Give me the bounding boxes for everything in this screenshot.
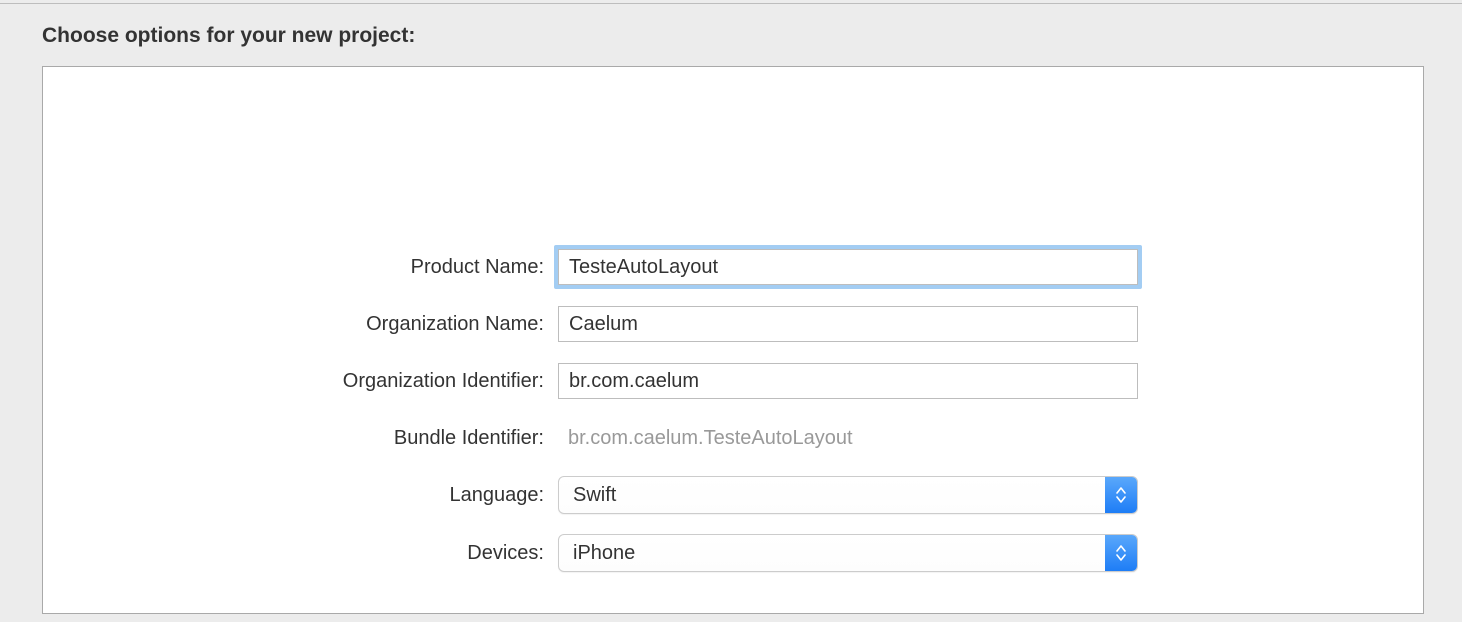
organization-name-field-wrap [558,306,1138,342]
language-select-value: Swift [559,484,616,507]
options-panel: Product Name: Organization Name: Organiz… [42,66,1424,614]
chevron-up-down-icon [1105,477,1137,513]
language-field-wrap: Swift [558,476,1138,514]
chevron-up-down-icon [1105,535,1137,571]
devices-row: Devices: iPhone [43,533,1423,573]
language-label: Language: [43,484,558,507]
organization-name-input[interactable] [558,306,1138,342]
devices-label: Devices: [43,542,558,565]
organization-identifier-input[interactable] [558,363,1138,399]
language-select[interactable]: Swift [558,476,1138,514]
organization-name-label: Organization Name: [43,313,558,336]
bundle-identifier-row: Bundle Identifier: br.com.caelum.TesteAu… [43,418,1423,458]
devices-select[interactable]: iPhone [558,534,1138,572]
organization-name-row: Organization Name: [43,304,1423,344]
bundle-identifier-value: br.com.caelum.TesteAutoLayout [558,423,1138,454]
language-row: Language: Swift [43,475,1423,515]
organization-identifier-label: Organization Identifier: [43,370,558,393]
page-heading: Choose options for your new project: [0,4,1462,66]
product-name-input[interactable] [558,249,1138,285]
devices-select-value: iPhone [559,542,635,565]
organization-identifier-field-wrap [558,363,1138,399]
bundle-identifier-label: Bundle Identifier: [43,427,558,450]
project-options-form: Product Name: Organization Name: Organiz… [43,247,1423,591]
product-name-row: Product Name: [43,247,1423,287]
devices-field-wrap: iPhone [558,534,1138,572]
product-name-label: Product Name: [43,256,558,279]
bundle-identifier-field-wrap: br.com.caelum.TesteAutoLayout [558,423,1138,454]
product-name-field-wrap [558,249,1138,285]
organization-identifier-row: Organization Identifier: [43,361,1423,401]
